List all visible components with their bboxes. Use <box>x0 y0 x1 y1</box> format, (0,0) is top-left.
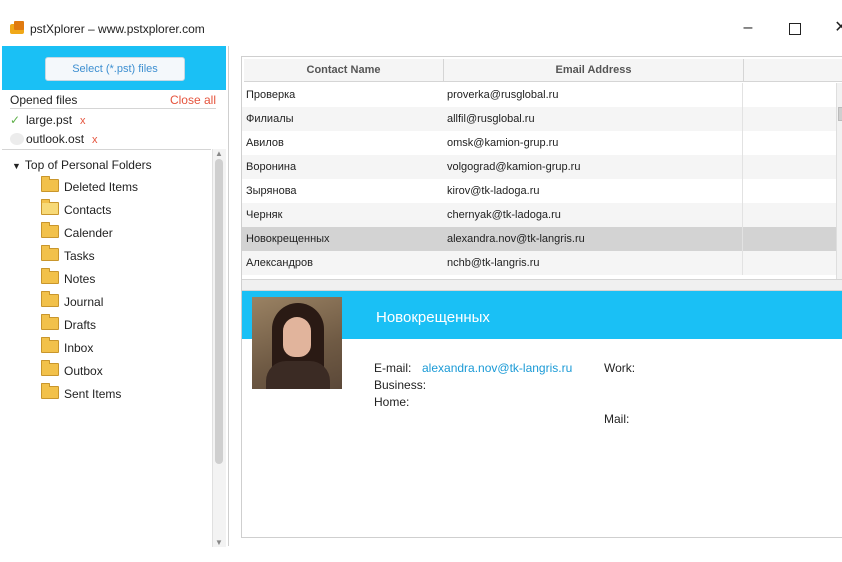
table-row[interactable]: Филиалы allfil@rusglobal.ru <box>242 107 836 131</box>
app-icon <box>10 21 24 34</box>
remove-file-button[interactable]: x <box>92 134 98 146</box>
folder-label: Notes <box>64 272 96 286</box>
title-bar: pstXplorer – www.pstxplorer.com – ✕ <box>0 0 842 46</box>
check-icon: ✓ <box>10 113 21 127</box>
business-label: Business: <box>374 378 427 392</box>
email-cell: allfil@rusglobal.ru <box>447 113 535 125</box>
column-header-email-address[interactable]: Email Address <box>444 59 744 81</box>
scroll-down-arrow-icon[interactable]: ▼ <box>215 538 223 547</box>
contact-name-cell: Черняк <box>246 209 283 221</box>
folder-item-deleted-items[interactable]: Deleted Items <box>41 176 139 197</box>
mail-label: Mail: <box>604 412 630 426</box>
opened-file-item[interactable]: ✓ large.pst x <box>10 113 86 131</box>
email-cell: omsk@kamion-grup.ru <box>447 137 559 149</box>
scrollbar-thumb[interactable] <box>215 159 223 464</box>
close-window-button[interactable]: ✕ <box>826 16 842 40</box>
table-row[interactable]: Александров nchb@tk-langris.ru <box>242 251 836 275</box>
file-name: large.pst <box>26 113 73 127</box>
scroll-up-arrow-icon[interactable]: ▲ <box>215 149 223 158</box>
close-all-link[interactable]: Close all <box>170 93 216 107</box>
folder-item-inbox[interactable]: Inbox <box>41 337 94 358</box>
select-pst-files-button[interactable]: Select (*.pst) files <box>45 57 185 81</box>
open-folder-icon <box>41 199 59 215</box>
pane-splitter[interactable] <box>242 279 842 291</box>
table-row[interactable]: Зырянова kirov@tk-ladoga.ru <box>242 179 836 203</box>
contact-name-cell: Новокрещенных <box>246 233 330 245</box>
contact-name-cell: Филиалы <box>246 113 294 125</box>
unchecked-icon <box>10 133 24 145</box>
scrollbar-thumb[interactable] <box>838 107 842 121</box>
folder-item-calender[interactable]: Calender <box>41 222 113 243</box>
contact-name-cell: Александров <box>246 257 313 269</box>
contact-name-cell: Воронина <box>246 161 297 173</box>
minimize-button[interactable]: – <box>733 16 763 40</box>
column-header-contact-name[interactable]: Contact Name <box>244 59 444 81</box>
contact-detail-name: Новокрещенных <box>376 309 490 326</box>
folder-icon <box>41 268 59 284</box>
folder-label: Journal <box>64 295 104 309</box>
folder-item-journal[interactable]: Journal <box>41 291 104 312</box>
email-cell: proverka@rusglobal.ru <box>447 89 559 101</box>
table-row[interactable]: Черняк chernyak@tk-ladoga.ru <box>242 203 836 227</box>
tree-scrollbar[interactable]: ▲ ▼ <box>212 149 226 547</box>
remove-file-button[interactable]: x <box>80 115 86 127</box>
contact-email-link[interactable]: alexandra.nov@tk-langris.ru <box>422 361 572 375</box>
folder-label: Inbox <box>64 341 94 355</box>
file-name: outlook.ost <box>26 132 85 146</box>
folder-label: Deleted Items <box>64 180 139 194</box>
folder-icon <box>41 383 59 399</box>
folder-icon <box>41 176 59 192</box>
folder-label: Outbox <box>64 364 103 378</box>
select-files-bar: Select (*.pst) files <box>2 46 226 90</box>
folder-label: Contacts <box>64 203 112 217</box>
folder-item-tasks[interactable]: Tasks <box>41 245 95 266</box>
left-panel: Select (*.pst) files Opened files Close … <box>0 46 229 548</box>
email-label: E-mail: <box>374 361 412 375</box>
right-panel: Contact Name Email Address Проверка prove… <box>241 56 842 538</box>
folder-item-outbox[interactable]: Outbox <box>41 360 103 381</box>
folder-tree: ▼ Top of Personal Folders Deleted Items C… <box>2 149 211 548</box>
contact-name-cell: Проверка <box>246 89 296 101</box>
table-row[interactable]: Авилов omsk@kamion-grup.ru <box>242 131 836 155</box>
opened-file-item[interactable]: outlook.ost x <box>10 132 98 150</box>
folder-icon <box>41 360 59 376</box>
opened-files-label: Opened files <box>10 93 78 107</box>
opened-files-header: Opened files Close all <box>10 93 216 109</box>
email-cell: volgograd@kamion-grup.ru <box>447 161 581 173</box>
window-title: pstXplorer – www.pstxplorer.com <box>30 22 205 36</box>
folder-item-contacts[interactable]: Contacts <box>41 199 112 220</box>
tree-root-label: Top of Personal Folders <box>24 158 152 172</box>
table-row-selected[interactable]: Новокрещенных alexandra.nov@tk-langris.ru <box>242 227 836 251</box>
folder-item-sent-items[interactable]: Sent Items <box>41 383 122 404</box>
home-label: Home: <box>374 395 410 409</box>
contacts-table-body: Проверка proverka@rusglobal.ru Филиалы all… <box>242 83 836 275</box>
folder-label: Drafts <box>64 318 97 332</box>
contact-photo <box>252 297 342 389</box>
folder-icon <box>41 314 59 330</box>
work-label: Work: <box>604 361 636 375</box>
email-cell: alexandra.nov@tk-langris.ru <box>447 233 585 245</box>
contact-name-cell: Зырянова <box>246 185 297 197</box>
email-cell: chernyak@tk-ladoga.ru <box>447 209 561 221</box>
table-row[interactable]: Проверка proverka@rusglobal.ru <box>242 83 836 107</box>
folder-item-notes[interactable]: Notes <box>41 268 96 289</box>
email-cell: kirov@tk-ladoga.ru <box>447 185 540 197</box>
folder-label: Tasks <box>64 249 95 263</box>
folder-label: Sent Items <box>64 387 122 401</box>
table-row[interactable]: Воронина volgograd@kamion-grup.ru <box>242 155 836 179</box>
table-scrollbar[interactable] <box>836 83 842 279</box>
email-cell: nchb@tk-langris.ru <box>447 257 540 269</box>
folder-item-drafts[interactable]: Drafts <box>41 314 97 335</box>
maximize-icon <box>789 23 801 35</box>
folder-icon <box>41 337 59 353</box>
contact-name-cell: Авилов <box>246 137 284 149</box>
tree-root-item[interactable]: ▼ Top of Personal Folders <box>12 158 152 172</box>
contacts-table-header: Contact Name Email Address <box>244 59 842 82</box>
maximize-button[interactable] <box>780 16 810 40</box>
folder-icon <box>41 291 59 307</box>
folder-label: Calender <box>64 226 113 240</box>
folder-icon <box>41 222 59 238</box>
expand-triangle-icon[interactable]: ▼ <box>12 161 21 171</box>
folder-icon <box>41 245 59 261</box>
